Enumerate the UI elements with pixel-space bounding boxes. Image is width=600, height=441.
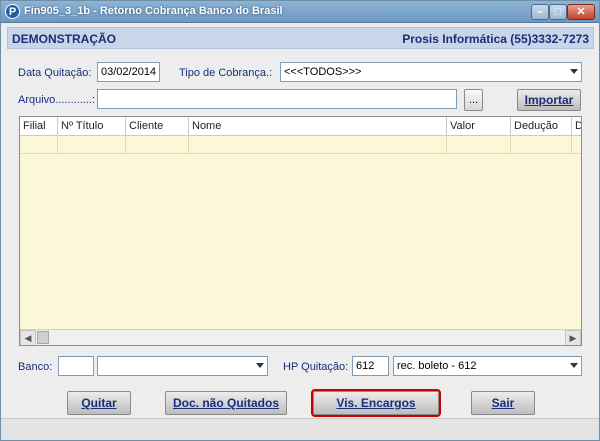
hp-quitacao-field[interactable]: 612 bbox=[352, 356, 389, 376]
hp-quitacao-desc: rec. boleto - 612 bbox=[397, 360, 477, 372]
horizontal-scrollbar[interactable]: ◀ ▶ bbox=[20, 329, 581, 345]
hp-quitacao-select[interactable]: rec. boleto - 612 bbox=[393, 356, 582, 376]
column-header-filial[interactable]: Filial bbox=[20, 117, 58, 136]
minimize-button[interactable]: – bbox=[531, 4, 549, 20]
table-row[interactable] bbox=[20, 136, 581, 154]
table-cell[interactable] bbox=[20, 136, 58, 154]
table-cell[interactable] bbox=[126, 136, 189, 154]
results-grid[interactable]: Filial Nº Título Cliente Nome Valor Dedu… bbox=[19, 116, 582, 346]
chevron-down-icon bbox=[570, 69, 578, 74]
hp-quitacao-label: HP Quitação: bbox=[283, 361, 349, 373]
status-bar bbox=[1, 418, 599, 440]
header-band: DEMONSTRAÇÃO Prosis Informática (55)3332… bbox=[7, 27, 594, 49]
table-cell[interactable] bbox=[447, 136, 511, 154]
sair-button[interactable]: Sair bbox=[471, 391, 535, 415]
table-cell[interactable] bbox=[58, 136, 126, 154]
arquivo-field[interactable] bbox=[97, 89, 457, 109]
table-cell[interactable] bbox=[511, 136, 572, 154]
tipo-cobranca-label: Tipo de Cobrança.: bbox=[179, 67, 273, 79]
chevron-down-icon bbox=[570, 363, 578, 368]
table-cell[interactable] bbox=[189, 136, 447, 154]
data-quitacao-label: Data Quitação: bbox=[18, 67, 92, 79]
banco-select[interactable] bbox=[97, 356, 268, 376]
data-quitacao-field[interactable]: 03/02/2014 bbox=[97, 62, 160, 82]
column-header-titulo[interactable]: Nº Título bbox=[58, 117, 126, 136]
vis-encargos-button[interactable]: Vis. Encargos bbox=[313, 391, 439, 415]
column-header-deducao[interactable]: Dedução bbox=[511, 117, 572, 136]
tipo-cobranca-select[interactable]: <<<TODOS>>> bbox=[280, 62, 582, 82]
scroll-right-icon[interactable]: ▶ bbox=[565, 330, 581, 345]
mode-label: DEMONSTRAÇÃO bbox=[12, 32, 116, 46]
company-contact: Prosis Informática (55)3332-7273 bbox=[402, 32, 589, 46]
grid-header: Filial Nº Título Cliente Nome Valor Dedu… bbox=[20, 117, 581, 136]
column-header-cliente[interactable]: Cliente bbox=[126, 117, 189, 136]
maximize-button[interactable]: □ bbox=[549, 4, 567, 20]
importar-button[interactable]: Importar bbox=[517, 89, 581, 111]
banco-code-field[interactable] bbox=[58, 356, 94, 376]
arquivo-label: Arquivo............: bbox=[18, 94, 96, 106]
column-header-nome[interactable]: Nome bbox=[189, 117, 447, 136]
tipo-cobranca-value: <<<TODOS>>> bbox=[284, 66, 362, 78]
window-title: Fin905_3_1b - Retorno Cobrança Banco do … bbox=[24, 5, 283, 17]
chevron-down-icon bbox=[256, 363, 264, 368]
app-icon: P bbox=[5, 4, 20, 19]
doc-nao-quitados-button[interactable]: Doc. não Quitados bbox=[165, 391, 287, 415]
close-button[interactable]: ✕ bbox=[567, 4, 595, 20]
main-window: P Fin905_3_1b - Retorno Cobrança Banco d… bbox=[0, 0, 600, 441]
column-header-d[interactable]: D bbox=[572, 117, 581, 136]
scroll-thumb[interactable] bbox=[37, 331, 49, 344]
banco-label: Banco: bbox=[18, 361, 53, 373]
column-header-valor[interactable]: Valor bbox=[447, 117, 511, 136]
browse-button[interactable]: ... bbox=[464, 89, 483, 111]
scroll-left-icon[interactable]: ◀ bbox=[20, 330, 36, 345]
quitar-button[interactable]: Quitar bbox=[67, 391, 131, 415]
title-bar[interactable]: P Fin905_3_1b - Retorno Cobrança Banco d… bbox=[1, 1, 599, 23]
